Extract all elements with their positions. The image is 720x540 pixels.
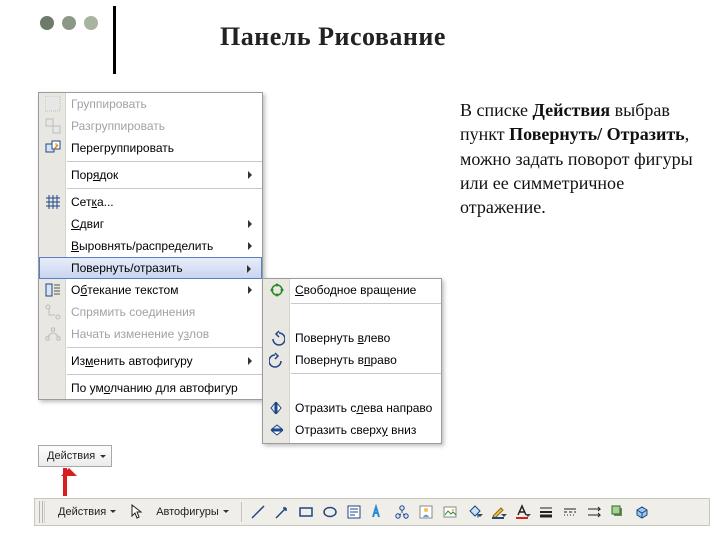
- toolbar-linecolor-button[interactable]: [487, 501, 509, 523]
- menu-separator: [67, 374, 262, 375]
- blank-icon: [43, 379, 63, 397]
- toolbar-separator: [241, 502, 242, 522]
- rot-right-icon: [267, 351, 287, 369]
- toolbar-grip[interactable]: [39, 501, 45, 523]
- deco-dot: [40, 16, 54, 30]
- submenu-item-flip-v[interactable]: Отразить сверху вниз: [263, 419, 441, 441]
- menu-separator: [67, 347, 262, 348]
- drawing-toolbar: Действия Автофигуры: [34, 498, 710, 526]
- menu-item-начать-изменение-узлов: Начать изменение узлов: [39, 323, 262, 345]
- toolbar-diagram-button[interactable]: [391, 501, 413, 523]
- toolbar-rect-button[interactable]: [295, 501, 317, 523]
- menu-item-выровнять-распределить[interactable]: Выровнять/распределить: [39, 235, 262, 257]
- toolbar-pointer-button[interactable]: [125, 501, 147, 523]
- blank-icon: [43, 166, 63, 184]
- actions-menu: Группировать Разгруппировать Перегруппиров…: [38, 92, 263, 400]
- menu-separator: [291, 303, 441, 325]
- toolbar-3d-button[interactable]: [631, 501, 653, 523]
- toolbar-fill-button[interactable]: [463, 501, 485, 523]
- menu-item-label: Повернуть/отразить: [71, 261, 183, 275]
- regroup-icon: [43, 139, 63, 157]
- desc-bold-rotate: Повернуть/ Отразить: [509, 124, 685, 144]
- menu-separator: [67, 188, 262, 189]
- menu-separator: [291, 373, 441, 395]
- menu-item-по-умолчанию-для-автофигур[interactable]: По умолчанию для автофигур: [39, 377, 262, 399]
- menu-item-label: Изменить автофигуру: [71, 354, 193, 368]
- ungroup-icon: [43, 117, 63, 135]
- blank-icon: [43, 215, 63, 233]
- menu-item-повернуть-отразить[interactable]: Повернуть/отразить: [39, 257, 262, 279]
- desc-text: В списке: [460, 100, 533, 120]
- route-icon: [43, 303, 63, 321]
- submenu-item-rot-left[interactable]: Повернуть влево: [263, 327, 441, 349]
- callout-arrow: [63, 468, 67, 496]
- menu-item-label: Группировать: [71, 97, 147, 111]
- rot-left-icon: [267, 329, 287, 347]
- toolbar-fontcolor-button[interactable]: [511, 501, 533, 523]
- menu-item-label: Выровнять/распределить: [71, 239, 213, 253]
- toolbar-textbox-button[interactable]: [343, 501, 365, 523]
- desc-bold-actions: Действия: [533, 100, 611, 120]
- submenu-item-free-rotate[interactable]: Свободное вращение: [263, 279, 441, 301]
- menu-separator: [67, 161, 262, 162]
- blank-icon: [43, 237, 63, 255]
- toolbar-arrow-button[interactable]: [271, 501, 293, 523]
- blank-icon: [43, 352, 63, 370]
- toolbar-arrowstyle-button[interactable]: [583, 501, 605, 523]
- submenu-item-rot-right[interactable]: Повернуть вправо: [263, 349, 441, 371]
- rotate-flip-submenu: Свободное вращение Повернуть влево Поверну…: [262, 278, 442, 444]
- toolbar-autoshapes-button[interactable]: Автофигуры: [149, 501, 236, 523]
- deco-dot: [62, 16, 76, 30]
- menu-item-сдвиг[interactable]: Сдвиг: [39, 213, 262, 235]
- toolbar-oval-button[interactable]: [319, 501, 341, 523]
- grid-icon: [43, 193, 63, 211]
- menu-item-label: Сетка...: [71, 195, 114, 209]
- menu-item-изменить-автофигуру[interactable]: Изменить автофигуру: [39, 350, 262, 372]
- blank-icon: [44, 260, 64, 278]
- menu-item-сетка-[interactable]: Сетка...: [39, 191, 262, 213]
- deco-dot: [84, 16, 98, 30]
- flip-v-icon: [267, 421, 287, 439]
- submenu-item-flip-h[interactable]: Отразить слева направо: [263, 397, 441, 419]
- toolbar-wordart-button[interactable]: [367, 501, 389, 523]
- submenu-item-label: Отразить слева направо: [295, 401, 432, 415]
- deco-line: [113, 6, 116, 74]
- submenu-item-label: Повернуть вправо: [295, 353, 397, 367]
- menu-item-label: Обтекание текстом: [71, 283, 178, 297]
- toolbar-linestyle-button[interactable]: [559, 501, 581, 523]
- menu-item-группировать: Группировать: [39, 93, 262, 115]
- toolbar-line-button[interactable]: [247, 501, 269, 523]
- menu-item-label: Перегруппировать: [71, 141, 174, 155]
- toolbar-lineweight-button[interactable]: [535, 501, 557, 523]
- menu-item-label: Начать изменение узлов: [71, 327, 209, 341]
- flip-h-icon: [267, 399, 287, 417]
- toolbar-picture-button[interactable]: [439, 501, 461, 523]
- toolbar-clipart-button[interactable]: [415, 501, 437, 523]
- menu-item-label: По умолчанию для автофигур: [71, 381, 238, 395]
- toolbar-shadow-button[interactable]: [607, 501, 629, 523]
- menu-item-обтекание-текстом[interactable]: Обтекание текстом: [39, 279, 262, 301]
- submenu-item-label: Свободное вращение: [295, 283, 416, 297]
- menu-item-разгруппировать: Разгруппировать: [39, 115, 262, 137]
- submenu-item-label: Отразить сверху вниз: [295, 423, 416, 437]
- free-rotate-icon: [267, 281, 287, 299]
- menu-item-label: Сдвиг: [71, 217, 104, 231]
- slide-description: В списке Действия выбрав пункт Повернуть…: [460, 98, 700, 219]
- menu-item-label: Разгруппировать: [71, 119, 165, 133]
- nodes-icon: [43, 325, 63, 343]
- menu-item-label: Порядок: [71, 168, 118, 182]
- menu-item-спрямить-соединения: Спрямить соединения: [39, 301, 262, 323]
- wrap-icon: [43, 281, 63, 299]
- submenu-item-label: Повернуть влево: [295, 331, 390, 345]
- group-icon: [43, 95, 63, 113]
- slide-title: Панель Рисование: [220, 22, 446, 52]
- toolbar-actions-button[interactable]: Действия: [51, 501, 123, 523]
- menu-item-перегруппировать[interactable]: Перегруппировать: [39, 137, 262, 159]
- menu-item-label: Спрямить соединения: [71, 305, 195, 319]
- menu-item-порядок[interactable]: Порядок: [39, 164, 262, 186]
